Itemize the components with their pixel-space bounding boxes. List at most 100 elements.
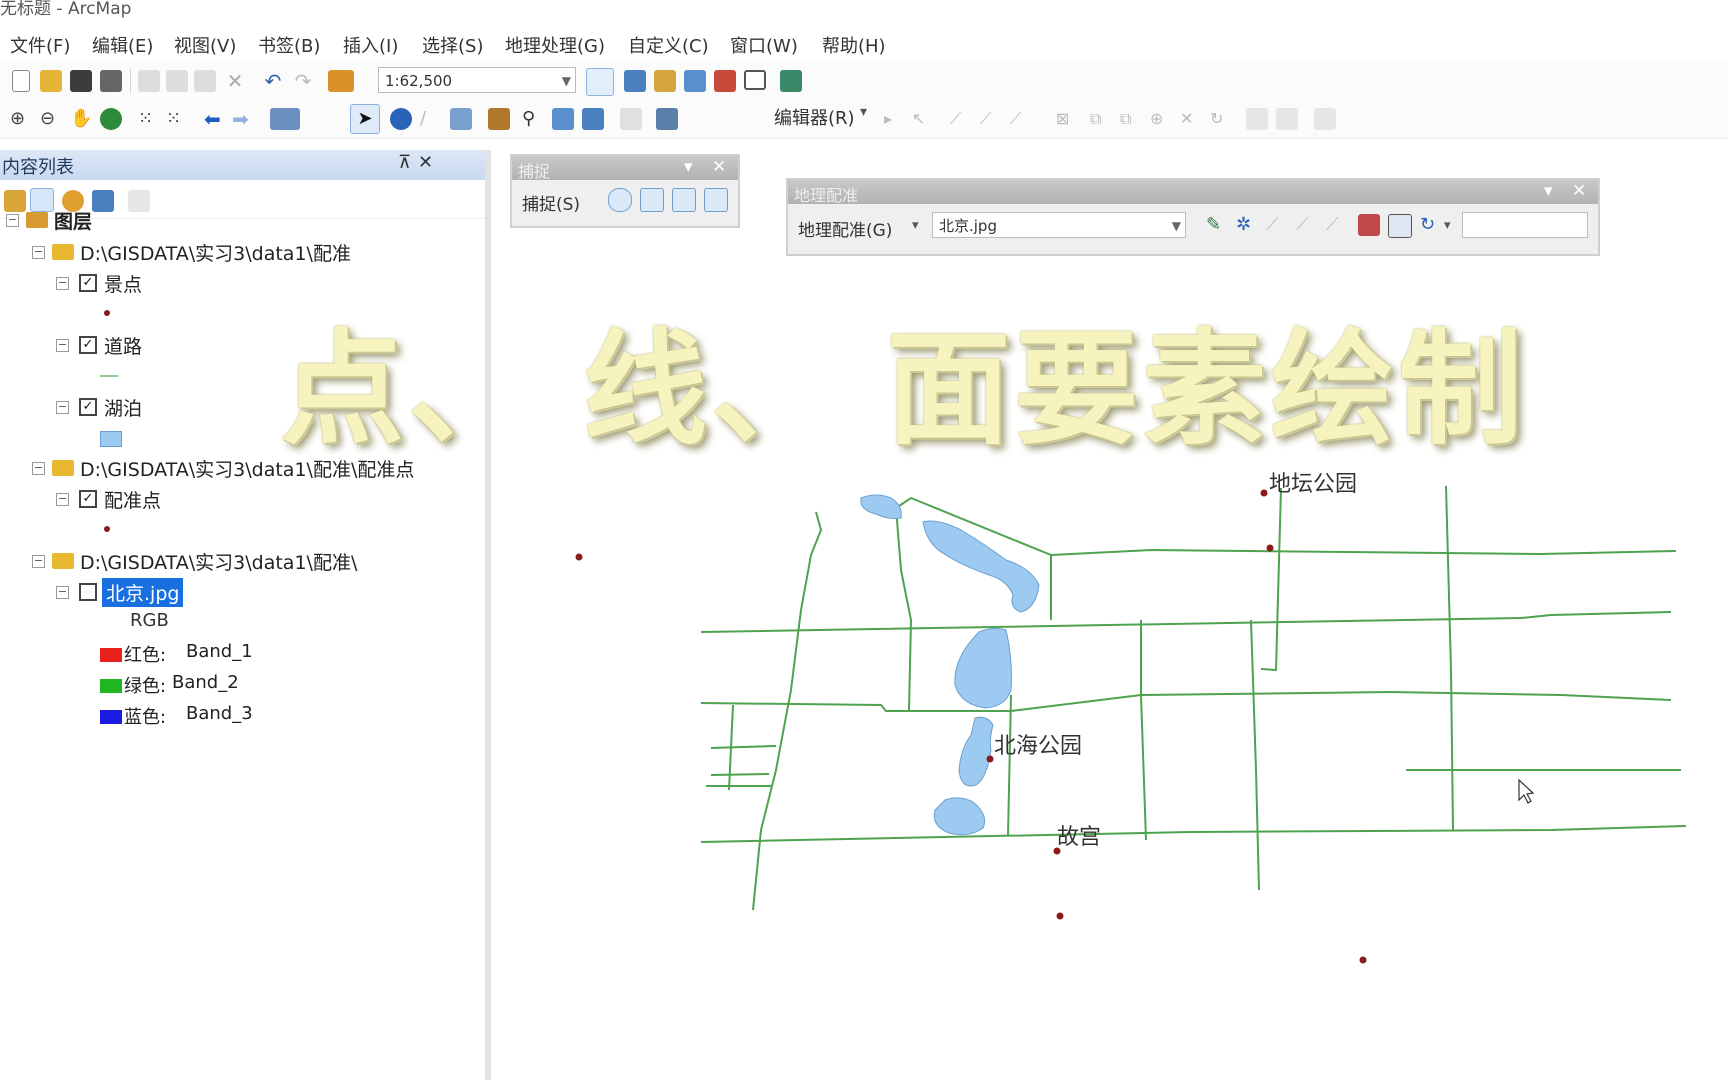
point-snapping-icon[interactable] <box>608 188 632 212</box>
catalog-icon[interactable] <box>654 70 676 92</box>
save-icon[interactable] <box>70 70 92 92</box>
undo-icon[interactable]: ↶ <box>262 70 284 92</box>
copy-icon[interactable] <box>166 70 188 92</box>
time-slider-icon[interactable] <box>620 108 642 130</box>
collapse-icon[interactable]: − <box>56 401 69 414</box>
add-control-points-icon[interactable]: ✎ <box>1206 214 1228 236</box>
collapse-icon[interactable]: − <box>32 555 45 568</box>
collapse-icon[interactable]: − <box>56 277 69 290</box>
zoom-in-icon[interactable]: ⊕ <box>10 108 32 130</box>
link-table-icon[interactable] <box>1388 214 1412 238</box>
find-binoculars-icon[interactable]: ⚲ <box>522 108 544 130</box>
print-icon[interactable] <box>100 70 122 92</box>
georef-layer-combo[interactable]: 北京.jpg ▼ <box>932 212 1186 238</box>
edit-annotation-icon[interactable]: ↖ <box>912 108 934 130</box>
viewer-icon[interactable] <box>1358 214 1380 236</box>
collapse-icon[interactable]: − <box>32 246 45 259</box>
menu-window[interactable]: 窗口(W) <box>730 32 798 58</box>
close-icon[interactable]: ✕ <box>418 152 433 173</box>
collapse-icon[interactable]: − <box>32 462 45 475</box>
collapse-icon[interactable]: − <box>56 586 69 599</box>
arctoolbox-icon[interactable] <box>714 70 736 92</box>
delete-icon[interactable]: ✕ <box>224 70 246 92</box>
find-route-icon[interactable] <box>552 108 574 130</box>
go-to-xy-icon[interactable] <box>582 108 604 130</box>
menu-edit[interactable]: 编辑(E) <box>92 32 153 58</box>
layer-checkbox[interactable]: ✓ <box>79 398 97 416</box>
toc-layer-raster-selected[interactable]: 北京.jpg <box>102 578 184 607</box>
layer-checkbox[interactable] <box>79 583 97 601</box>
edge-snapping-icon[interactable] <box>704 188 728 212</box>
menu-bookmarks[interactable]: 书签(B) <box>258 32 320 58</box>
list-by-drawing-order-icon[interactable] <box>4 190 26 212</box>
measure-icon[interactable] <box>488 108 510 130</box>
scale-raster-icon[interactable]: ⟋ <box>1326 214 1348 236</box>
create-viewer-icon[interactable] <box>656 108 678 130</box>
straight-segment-icon[interactable]: ⟋ <box>950 108 972 130</box>
chevron-down-icon[interactable]: ▾ <box>684 157 693 177</box>
reshape-icon[interactable]: ⧉ <box>1090 108 1112 130</box>
add-data-icon[interactable] <box>328 70 354 92</box>
toc-layer-control-points[interactable]: 配准点 <box>104 486 161 513</box>
toc-layer-roads[interactable]: 道路 <box>104 332 142 359</box>
collapse-icon[interactable]: − <box>56 493 69 506</box>
point-icon[interactable]: ⟋ <box>1010 108 1032 130</box>
fixed-zoom-in-icon[interactable]: ⁙ <box>138 108 160 130</box>
menu-select[interactable]: 选择(S) <box>422 32 483 58</box>
collapse-icon[interactable]: − <box>56 339 69 352</box>
menu-insert[interactable]: 插入(I) <box>343 32 398 58</box>
close-icon[interactable]: ✕ <box>712 157 726 177</box>
select-features-icon[interactable] <box>270 108 300 130</box>
edit-vertices-icon[interactable]: ⊠ <box>1056 108 1078 130</box>
pan-icon[interactable]: ✋ <box>70 108 92 130</box>
editor-menu[interactable]: 编辑器(R) <box>774 104 855 130</box>
cut-icon[interactable] <box>138 70 160 92</box>
pin-icon[interactable]: ⊼ <box>398 152 411 173</box>
table-of-contents-icon[interactable] <box>624 70 646 92</box>
edit-tool-icon[interactable]: ▸ <box>884 108 906 130</box>
cut-polygons-icon[interactable]: ⧉ <box>1120 108 1142 130</box>
list-by-source-icon[interactable] <box>30 188 54 212</box>
georeferencing-menu[interactable]: 地理配准(G) <box>798 216 892 241</box>
collapse-icon[interactable]: − <box>6 214 19 227</box>
fixed-zoom-out-icon[interactable]: ⁙ <box>166 108 188 130</box>
menu-geoprocessing[interactable]: 地理处理(G) <box>505 32 605 58</box>
identify-icon[interactable] <box>390 108 412 130</box>
search-window-icon[interactable] <box>684 70 706 92</box>
rotate-icon[interactable]: ✕ <box>1180 108 1202 130</box>
close-icon[interactable]: ✕ <box>1572 181 1586 201</box>
editor-toolbar-icon[interactable] <box>586 68 614 96</box>
html-popup-icon[interactable] <box>450 108 472 130</box>
menu-customize[interactable]: 自定义(C) <box>628 32 709 58</box>
toc-layer-lakes[interactable]: 湖泊 <box>104 394 142 421</box>
options-icon[interactable] <box>128 190 150 212</box>
layer-checkbox[interactable]: ✓ <box>79 274 97 292</box>
list-by-selection-icon[interactable] <box>92 190 114 212</box>
menu-file[interactable]: 文件(F) <box>10 32 70 58</box>
shift-raster-icon[interactable]: ⟋ <box>1296 214 1318 236</box>
auto-registration-icon[interactable]: ✲ <box>1236 214 1258 236</box>
redo-icon[interactable]: ↷ <box>292 70 314 92</box>
python-window-icon[interactable] <box>744 70 766 90</box>
zoom-out-icon[interactable]: ⊖ <box>40 108 62 130</box>
rotate-angle-input[interactable] <box>1462 212 1588 238</box>
forward-arrow-icon[interactable]: ➡ <box>232 108 254 130</box>
rotate-icon[interactable]: ↻ <box>1420 214 1442 236</box>
select-elements-icon[interactable]: ➤ <box>350 104 380 134</box>
sketch-properties-icon[interactable] <box>1246 108 1268 130</box>
model-builder-icon[interactable] <box>780 70 802 92</box>
snapping-menu[interactable]: 捕捉(S) <box>522 190 580 215</box>
layer-checkbox[interactable]: ✓ <box>79 490 97 508</box>
trace-icon[interactable]: ⟋ <box>980 108 1002 130</box>
chevron-down-icon[interactable]: ▾ <box>1544 181 1553 201</box>
vertex-snapping-icon[interactable] <box>672 188 696 212</box>
split-icon[interactable]: ⊕ <box>1150 108 1172 130</box>
edit-window-icon[interactable] <box>1314 108 1336 130</box>
end-snapping-icon[interactable] <box>640 188 664 212</box>
rotate-raster-icon[interactable]: ⟋ <box>1266 214 1288 236</box>
attributes-icon[interactable]: ↻ <box>1210 108 1232 130</box>
toc-group-path[interactable]: D:\GISDATA\实习3\data1\配准\ <box>80 548 357 575</box>
open-folder-icon[interactable] <box>40 70 62 92</box>
toc-root-layers[interactable]: 图层 <box>54 207 92 234</box>
full-extent-icon[interactable] <box>100 108 122 130</box>
